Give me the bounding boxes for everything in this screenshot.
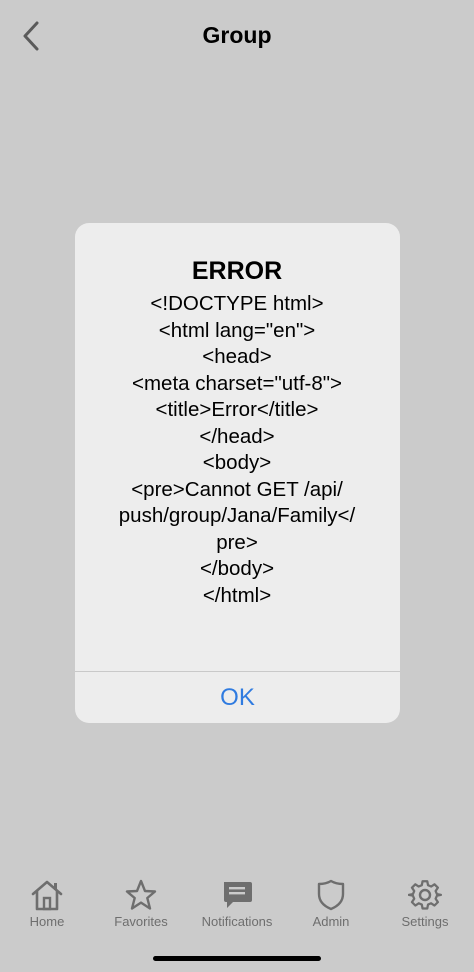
alert-message-line: <head> [202, 345, 272, 368]
alert-message-line: <!DOCTYPE html> [150, 292, 324, 315]
alert-message-line: <meta charset="utf-8"> [132, 371, 342, 395]
gear-icon [408, 880, 442, 910]
shield-icon [317, 879, 345, 911]
home-icon [31, 880, 63, 911]
chat-icon [224, 882, 252, 908]
tab-settings-label: Settings [401, 914, 449, 929]
tab-home[interactable]: Home [0, 878, 94, 929]
star-icon [125, 879, 157, 910]
tab-favorites-label: Favorites [114, 914, 168, 929]
tab-home-label: Home [29, 914, 65, 929]
home-indicator [153, 956, 321, 961]
alert-message-line: </head> [199, 424, 275, 448]
tab-notifications[interactable]: Notifications [190, 878, 284, 929]
alert-message-line: <body> [202, 451, 272, 474]
tab-bar: Home Favorites Notifications Admin Setti… [0, 870, 474, 940]
alert-message-line: </html> [202, 583, 272, 607]
ok-button[interactable]: OK [75, 672, 400, 723]
alert-message-line: push/group/Jana/Family</ [118, 504, 356, 527]
alert-message: <!DOCTYPE html> <html lang="en"> <head> … [0, 291, 474, 609]
screen: Group ERROR <!DOCTYPE html> <html lang="… [0, 0, 474, 972]
alert-message-line: <pre>Cannot GET /api/ [131, 477, 343, 501]
alert-message-line: <html lang="en"> [158, 318, 316, 342]
page-title: Group [202, 22, 272, 48]
alert-message-line: <title>Error</title> [155, 398, 319, 421]
tab-admin-label: Admin [312, 914, 350, 929]
alert-message-line: </body> [199, 557, 275, 580]
alert-title: ERROR [191, 257, 283, 285]
tab-admin[interactable]: Admin [284, 878, 378, 929]
tab-favorites[interactable]: Favorites [94, 878, 188, 929]
alert-message-line: pre> [216, 530, 258, 554]
tab-notifications-label: Notifications [201, 914, 273, 929]
tab-settings[interactable]: Settings [378, 878, 472, 929]
